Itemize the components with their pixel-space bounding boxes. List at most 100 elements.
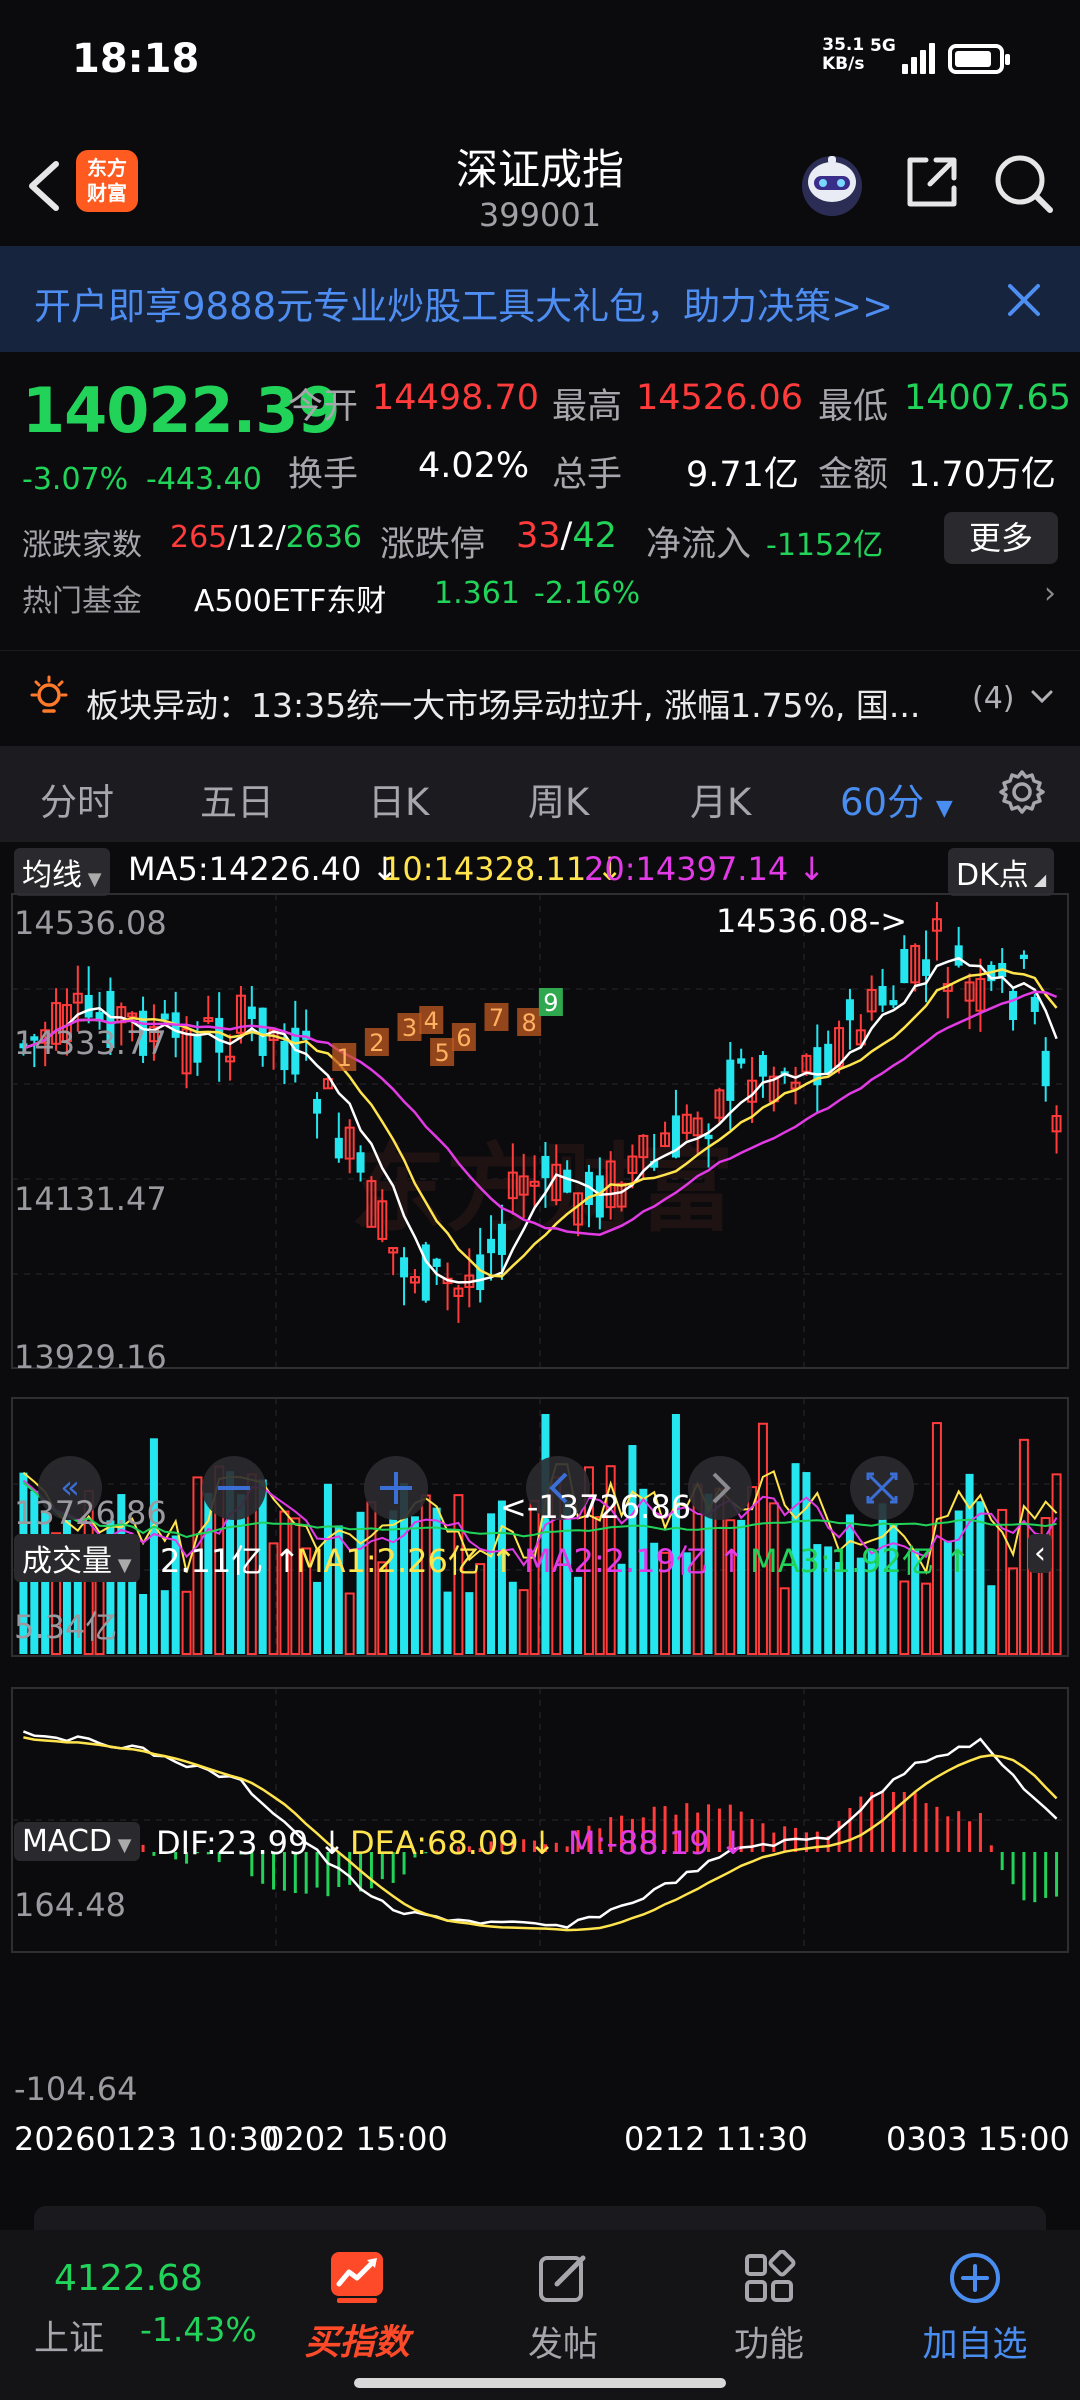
volume-bar	[139, 1593, 148, 1654]
fund-label: 热门基金	[22, 584, 142, 619]
search-icon[interactable]	[990, 150, 1056, 216]
volume-bar	[518, 1589, 529, 1656]
y-axis-lower: 13929.16	[14, 1338, 167, 1376]
close-icon[interactable]	[1000, 276, 1048, 324]
volume-bar	[149, 1438, 158, 1654]
candle-body	[160, 1013, 169, 1020]
fund-price: 1.361	[434, 576, 520, 611]
tab-intraday[interactable]: 分时	[40, 772, 114, 826]
volume-selector[interactable]: 成交量 ▼	[14, 1534, 140, 1582]
sh-index-percent[interactable]: -1.43%	[140, 2310, 257, 2349]
app-logo[interactable]: 东方 财富	[76, 150, 138, 212]
robot-assistant-icon[interactable]	[796, 148, 868, 220]
td-count-label: 8	[521, 1009, 536, 1037]
volume-bar	[779, 1587, 790, 1656]
x-axis-label-2: 0202 15:00	[264, 2120, 448, 2158]
dropdown-triangle-icon: ▼	[112, 1555, 132, 1576]
change-percent: -3.07%	[22, 462, 129, 497]
td-count-label: 2	[369, 1029, 384, 1057]
candle-body	[356, 1152, 365, 1173]
chevron-down-icon[interactable]	[1030, 687, 1054, 707]
breadth-label: 涨跌家数	[22, 528, 142, 563]
macd-y-bottom: -104.64	[14, 2070, 138, 2108]
open-value: 14498.70	[372, 378, 540, 418]
low-label: 最低	[818, 387, 889, 427]
volume-bar	[279, 1510, 290, 1656]
candle-body	[726, 1059, 735, 1101]
tab-daily-k[interactable]: 日K	[368, 772, 429, 826]
volume-bar	[1008, 1567, 1019, 1655]
volume-bar	[1018, 1438, 1029, 1655]
nav-buy-index[interactable]: 买指数	[272, 2250, 442, 2365]
collapse-panel-button[interactable]: ‹	[1028, 1534, 1052, 1573]
add-circle-icon	[950, 2253, 1000, 2303]
amount-value: 1.70万亿	[908, 455, 1056, 495]
sector-alert[interactable]: 板块异动：13:35统一大市场异动拉升, 涨幅1.75%, 国... (4)	[0, 650, 1080, 746]
volume-bar	[976, 1501, 985, 1654]
sh-index-price[interactable]: 4122.68	[54, 2258, 203, 2299]
macd-selector[interactable]: MACD ▼	[14, 1822, 140, 1861]
volume-bar	[921, 1582, 932, 1655]
volume-bar	[541, 1414, 550, 1654]
candle-body	[1030, 996, 1039, 1012]
nav-post[interactable]: 发帖	[478, 2250, 648, 2367]
period-tabs: 分时 五日 日K 周K 月K 60分 ▼	[0, 746, 1080, 842]
y-axis-top: 14536.08	[14, 904, 167, 942]
candle-body	[541, 1155, 550, 1179]
td-count-label: 9	[543, 989, 558, 1017]
clock: 18:18	[72, 36, 200, 82]
candle-body	[497, 1223, 506, 1255]
td-count-label: 7	[489, 1004, 504, 1032]
more-button[interactable]: 更多	[944, 512, 1058, 564]
netflow-value: -1152亿	[766, 528, 884, 563]
td-count-label: 1	[337, 1044, 352, 1072]
chevron-right-icon[interactable]: ›	[1044, 576, 1056, 611]
header: 东方 财富 深证成指 399001	[0, 120, 1080, 246]
gear-icon[interactable]	[998, 768, 1046, 816]
volume-bar	[508, 1581, 517, 1654]
volume-bar	[954, 1510, 963, 1654]
bottom-input-strip[interactable]	[34, 2206, 1046, 2230]
volume-bar	[671, 1414, 680, 1654]
candle-body	[258, 1007, 267, 1056]
kline-chart-area[interactable]: 均线 ▼ MA5:14226.40 ↓ 10:14328.11 ↓ 20:143…	[0, 842, 1080, 2182]
candle-body	[215, 1017, 224, 1053]
tab-weekly-k[interactable]: 周K	[528, 772, 589, 826]
back-arrow-icon[interactable]	[20, 156, 70, 216]
lightbulb-icon	[30, 675, 68, 713]
candle-body	[563, 1169, 572, 1193]
scroll-right-button[interactable]	[688, 1456, 752, 1520]
macd-y-top: 164.48	[14, 1886, 126, 1924]
turnover-value: 4.02%	[418, 446, 530, 486]
limit-label: 涨跌停	[380, 525, 486, 565]
candle-body	[878, 985, 887, 1006]
candle-body	[954, 945, 963, 966]
home-indicator[interactable]	[354, 2378, 726, 2388]
nav-functions[interactable]: 功能	[684, 2249, 854, 2367]
volume-y-top: 5.34亿	[14, 1608, 118, 1646]
candle-body	[247, 1006, 256, 1020]
td-count-label: 3	[402, 1014, 417, 1042]
tab-monthly-k[interactable]: 月K	[690, 772, 751, 826]
promo-text[interactable]: 开户即享9888元专业炒股工具大礼包，助力决策>>	[34, 276, 893, 330]
y-axis-upper: 14333.77	[14, 1024, 167, 1062]
tab-five-day[interactable]: 五日	[200, 772, 274, 826]
nav-add-watchlist[interactable]: 加自选	[890, 2250, 1060, 2367]
high-value: 14526.06	[636, 378, 804, 418]
volume-value: 2.11亿 ↑	[160, 1542, 301, 1580]
share-icon[interactable]	[900, 150, 964, 214]
edit-icon	[539, 2255, 586, 2302]
volume-bar	[356, 1511, 365, 1654]
candle-body	[758, 1055, 767, 1077]
alert-text[interactable]: 板块异动：13:35统一大市场异动拉升, 涨幅1.75%, 国...	[86, 679, 920, 727]
volume-ma2: MA2:2.19亿 ↑	[524, 1542, 745, 1580]
x-axis-label-3: 0212 11:30	[624, 2120, 808, 2158]
signal-icon	[900, 40, 936, 74]
tab-60-minute[interactable]: 60分 ▼	[840, 772, 953, 826]
fund-name[interactable]: A500ETF东财	[194, 576, 386, 620]
sh-index-label[interactable]: 上证	[34, 2310, 104, 2361]
promo-banner[interactable]: 开户即享9888元专业炒股工具大礼包，助力决策>>	[0, 246, 1080, 352]
trend-chart-icon	[331, 2252, 383, 2303]
volume-bar	[181, 1590, 192, 1655]
high-marker: 14536.08->	[716, 902, 908, 940]
